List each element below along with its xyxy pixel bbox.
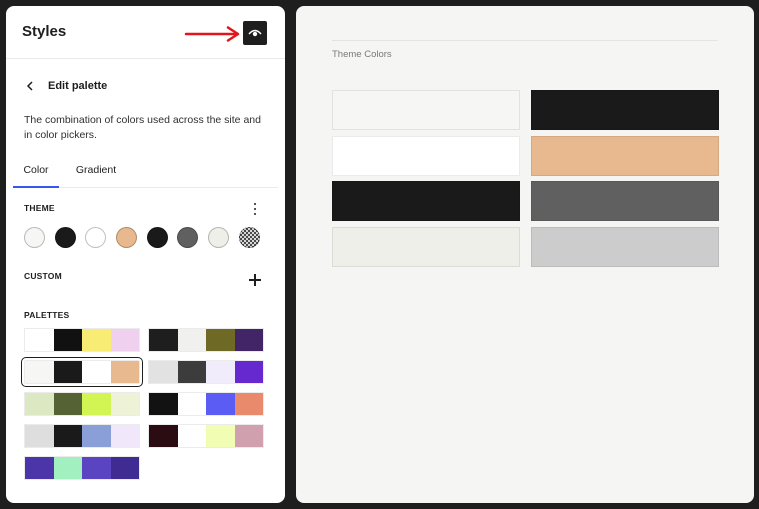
palettes-section-label: PALETTES <box>24 310 70 320</box>
styles-sidebar: Styles Edit palette The combination of c… <box>6 6 285 503</box>
theme-color-preview-swatch <box>531 135 719 176</box>
tab-gradient[interactable]: Gradient <box>71 160 121 188</box>
palette-color-cell <box>234 361 263 383</box>
palette-color-cell <box>206 361 235 383</box>
palette-color-cell <box>149 425 178 447</box>
theme-colors-title: Theme Colors <box>332 49 392 60</box>
palette-color-cell <box>177 425 206 447</box>
theme-color-swatch[interactable] <box>24 227 45 248</box>
palette-color-cell <box>149 329 178 351</box>
theme-color-swatch[interactable] <box>116 227 138 248</box>
back-button[interactable] <box>22 78 38 94</box>
divider <box>332 40 718 41</box>
palette-option[interactable] <box>24 328 140 352</box>
palette-color-cell <box>25 361 54 383</box>
palette-option[interactable] <box>24 392 140 416</box>
chevron-left-icon <box>26 81 33 91</box>
annotation-arrow-icon <box>184 26 240 42</box>
theme-color-preview-swatch <box>531 181 719 221</box>
palette-color-cell <box>82 393 111 415</box>
custom-section-label: CUSTOM <box>24 271 62 281</box>
palette-color-cell <box>25 393 54 415</box>
palette-option[interactable] <box>21 357 143 387</box>
theme-color-swatch[interactable] <box>177 227 199 248</box>
theme-color-preview-swatch <box>531 90 719 130</box>
add-color-button[interactable] <box>249 274 261 286</box>
palette-option[interactable] <box>148 392 264 416</box>
palette-color-cell <box>206 393 235 415</box>
theme-color-swatch[interactable] <box>146 227 168 248</box>
theme-color-preview-swatch <box>332 135 520 176</box>
theme-swatch-list <box>24 227 260 248</box>
palette-color-cell <box>110 329 139 351</box>
color-tabs: Color Gradient <box>13 160 278 188</box>
sidebar-title: Styles <box>22 23 67 40</box>
palette-color-cell <box>149 393 178 415</box>
palette-color-cell <box>53 457 82 479</box>
palette-color-cell <box>234 329 263 351</box>
eye-icon <box>248 29 262 37</box>
palette-list <box>21 328 264 488</box>
palette-color-cell <box>25 425 54 447</box>
palette-color-cell <box>234 393 263 415</box>
palette-color-cell <box>82 329 111 351</box>
palette-color-cell <box>53 425 82 447</box>
palette-option[interactable] <box>148 328 264 352</box>
theme-color-swatch[interactable] <box>85 227 107 248</box>
palette-option[interactable] <box>148 424 264 448</box>
edit-palette-heading: Edit palette <box>48 80 108 92</box>
palette-color-cell <box>53 329 82 351</box>
theme-color-preview-swatch <box>332 90 520 130</box>
theme-color-swatch[interactable] <box>208 227 230 248</box>
palette-option[interactable] <box>24 456 140 480</box>
theme-section-label: THEME <box>24 203 55 213</box>
theme-color-swatch[interactable] <box>238 227 260 248</box>
palette-color-cell <box>206 425 235 447</box>
palette-color-cell <box>110 361 139 383</box>
preview-style-button[interactable] <box>243 21 267 45</box>
theme-options-menu-button[interactable] <box>249 202 261 216</box>
theme-color-preview-swatch <box>332 181 520 221</box>
more-vertical-icon <box>254 203 256 205</box>
palette-color-cell <box>177 361 206 383</box>
palette-color-cell <box>82 425 111 447</box>
palette-color-cell <box>82 457 111 479</box>
palette-color-cell <box>82 361 111 383</box>
palette-description: The combination of colors used across th… <box>24 114 261 141</box>
palette-color-cell <box>177 329 206 351</box>
edit-palette-nav: Edit palette <box>22 78 107 94</box>
palette-color-cell <box>177 393 206 415</box>
palette-color-cell <box>234 425 263 447</box>
palette-color-cell <box>25 329 54 351</box>
palette-color-cell <box>149 361 178 383</box>
palette-color-cell <box>53 393 82 415</box>
theme-color-preview-swatch <box>531 226 719 267</box>
palette-color-cell <box>110 425 139 447</box>
palette-color-cell <box>53 361 82 383</box>
tab-color[interactable]: Color <box>13 160 59 188</box>
sidebar-header: Styles <box>6 6 285 59</box>
style-preview-canvas: Theme Colors <box>296 6 754 503</box>
palette-option[interactable] <box>148 360 264 384</box>
palette-color-cell <box>110 457 139 479</box>
palette-option[interactable] <box>24 424 140 448</box>
palette-color-cell <box>110 393 139 415</box>
theme-color-preview-swatch <box>332 226 520 267</box>
palette-color-cell <box>25 457 54 479</box>
palette-color-cell <box>206 329 235 351</box>
theme-color-swatch[interactable] <box>54 227 76 248</box>
